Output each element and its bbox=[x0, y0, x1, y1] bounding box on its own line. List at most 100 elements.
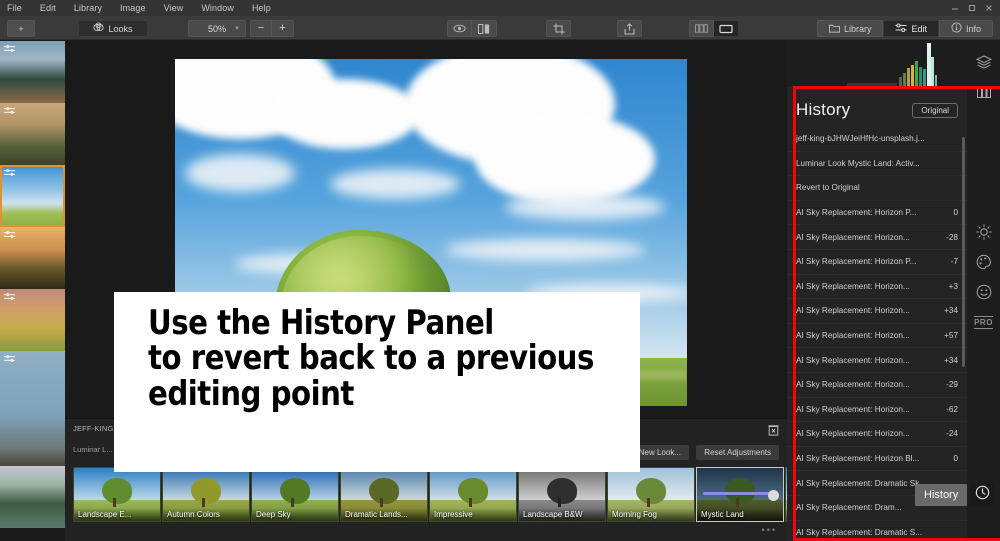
history-entry-label: AI Sky Replacement: Horizon... bbox=[796, 429, 910, 439]
menu-item-image[interactable]: Image bbox=[111, 0, 155, 16]
caption-line-2: to revert back to a previous bbox=[148, 338, 594, 379]
history-entry[interactable]: AI Sky Replacement: Horizon... -28 bbox=[787, 225, 967, 250]
history-entry[interactable]: AI Sky Replacement: Horizon... +34 bbox=[787, 299, 967, 324]
sun-essentials-icon[interactable] bbox=[967, 219, 1000, 245]
preset-label: Mystic Land bbox=[697, 509, 783, 521]
history-entry[interactable]: AI Sky Replacement: Horizon P... -7 bbox=[787, 250, 967, 275]
history-tooltip: History bbox=[915, 484, 968, 506]
history-entry-label: AI Sky Replacement: Dramatic Sk... bbox=[796, 478, 927, 488]
history-entry-label: AI Sky Replacement: Horizon... bbox=[796, 232, 910, 242]
menu-item-help[interactable]: Help bbox=[243, 0, 280, 16]
tab-library[interactable]: Library bbox=[816, 20, 884, 37]
filmstrip-item-3[interactable] bbox=[0, 227, 65, 289]
menu-item-library[interactable]: Library bbox=[65, 0, 111, 16]
layers-icon[interactable] bbox=[967, 49, 1000, 75]
current-look-name: Luminar L... bbox=[73, 445, 113, 454]
preset-thumb-autumn-colors[interactable]: Autumn Colors bbox=[162, 467, 250, 522]
filmstrip-item-6[interactable] bbox=[0, 466, 65, 528]
menu-item-file[interactable]: File bbox=[0, 0, 31, 16]
looks-button[interactable]: Looks bbox=[78, 20, 148, 37]
adjustments-badge-icon bbox=[3, 354, 16, 363]
grid-icon[interactable] bbox=[689, 20, 714, 37]
preset-thumb-dramatic-landscape[interactable]: Dramatic Lands... bbox=[340, 467, 428, 522]
history-entry-value: -29 bbox=[946, 380, 958, 390]
share-icon[interactable] bbox=[617, 20, 642, 37]
preset-thumb-mystic-land[interactable]: Mystic Land bbox=[696, 467, 784, 522]
filmstrip-item-2[interactable] bbox=[0, 165, 65, 227]
history-entry-list[interactable]: jeff-king-bJHWJeiHfHc-unsplash.j... Lumi… bbox=[787, 127, 967, 541]
zoom-level-select[interactable]: 50% ▼ bbox=[188, 20, 246, 37]
history-entry-label: AI Sky Replacement: Horizon... bbox=[796, 355, 910, 365]
history-entry[interactable]: AI Sky Replacement: Horizon Bl... 0 bbox=[787, 447, 967, 472]
preset-label: Landscape B&W bbox=[519, 509, 605, 521]
preset-thumb-morning-fog[interactable]: Morning Fog bbox=[607, 467, 695, 522]
compare-split-icon[interactable] bbox=[472, 20, 497, 37]
history-entry-label: AI Sky Replacement: Dramatic S... bbox=[796, 527, 923, 537]
show-original-button[interactable]: Original bbox=[912, 102, 958, 118]
instructional-caption-overlay: Use the History Panel to revert back to … bbox=[114, 292, 640, 472]
tab-info[interactable]: Info bbox=[938, 20, 993, 37]
history-scrollbar[interactable] bbox=[962, 137, 965, 367]
preset-amount-slider[interactable] bbox=[703, 492, 777, 496]
history-entry[interactable]: AI Sky Replacement: Horizon... -29 bbox=[787, 373, 967, 398]
menu-bar: File Edit Library Image View Window Help bbox=[0, 0, 1000, 16]
history-entry-label: AI Sky Replacement: Horizon P... bbox=[796, 208, 917, 218]
preset-thumb-deep-sky[interactable]: Deep Sky bbox=[251, 467, 339, 522]
history-entry[interactable]: AI Sky Replacement: Horizon... +34 bbox=[787, 348, 967, 373]
filmstrip-item-1[interactable] bbox=[0, 103, 65, 165]
close-icon[interactable] bbox=[980, 1, 997, 15]
history-entry[interactable]: AI Sky Replacement: Horizon... -62 bbox=[787, 398, 967, 423]
looks-more-options[interactable]: ••• bbox=[762, 525, 777, 535]
history-entry[interactable]: AI Sky Replacement: Horizon... +57 bbox=[787, 324, 967, 349]
looks-button-label: Looks bbox=[108, 23, 133, 34]
filmstrip-sidebar[interactable] bbox=[0, 41, 65, 541]
adjustments-badge-icon bbox=[3, 230, 16, 239]
preset-thumb-landscape-bw[interactable]: Landscape B&W bbox=[518, 467, 606, 522]
history-entry[interactable]: jeff-king-bJHWJeiHfHc-unsplash.j... bbox=[787, 127, 967, 152]
history-entry-value: +34 bbox=[944, 306, 958, 316]
history-entry-value: 0 bbox=[953, 208, 958, 218]
pro-icon[interactable]: PRO bbox=[967, 309, 1000, 335]
single-view-icon[interactable] bbox=[714, 20, 739, 37]
mode-tabs: Library Edit Info bbox=[816, 20, 993, 37]
history-entry-value: +34 bbox=[944, 355, 958, 365]
caption-line-3: editing point bbox=[148, 373, 354, 414]
filmstrip-item-0[interactable] bbox=[0, 41, 65, 103]
history-entry-label: Revert to Original bbox=[796, 183, 860, 193]
filmstrip-item-5[interactable] bbox=[0, 351, 65, 466]
history-entry[interactable]: AI Sky Replacement: Dramatic S... bbox=[787, 521, 967, 541]
minimize-icon[interactable] bbox=[946, 1, 963, 15]
adjustments-badge-icon bbox=[3, 106, 16, 115]
history-entry[interactable]: AI Sky Replacement: Horizon P... 0 bbox=[787, 201, 967, 226]
history-entry[interactable]: AI Sky Replacement: Horizon... +3 bbox=[787, 275, 967, 300]
adjustments-badge-icon bbox=[3, 168, 16, 177]
history-entry-value: -7 bbox=[950, 257, 958, 267]
history-toggle-button[interactable] bbox=[970, 484, 994, 506]
filmstrip-item-4[interactable] bbox=[0, 289, 65, 351]
portrait-smiley-icon[interactable] bbox=[967, 279, 1000, 305]
menu-item-view[interactable]: View bbox=[155, 0, 193, 16]
looks-presets-icon[interactable] bbox=[967, 79, 1000, 105]
history-panel-header: History Original bbox=[787, 93, 967, 127]
zoom-out-button[interactable]: − bbox=[250, 20, 272, 37]
history-entry-value: +3 bbox=[948, 281, 958, 291]
tab-edit[interactable]: Edit bbox=[883, 20, 939, 37]
preset-thumb-landscape-essential[interactable]: Landscape E... bbox=[73, 467, 161, 522]
history-entry[interactable]: AI Sky Replacement: Horizon... -24 bbox=[787, 422, 967, 447]
history-entry-label: AI Sky Replacement: Dram... bbox=[796, 503, 902, 513]
tab-edit-label: Edit bbox=[911, 23, 927, 34]
reset-adjustments-button[interactable]: Reset Adjustments bbox=[696, 445, 779, 460]
menu-item-edit[interactable]: Edit bbox=[31, 0, 65, 16]
eye-icon[interactable] bbox=[447, 20, 472, 37]
trash-icon[interactable] bbox=[768, 423, 779, 441]
palette-creative-icon[interactable] bbox=[967, 249, 1000, 275]
menu-item-window[interactable]: Window bbox=[192, 0, 243, 16]
preset-thumb-impressive[interactable]: Impressive bbox=[429, 467, 517, 522]
history-entry[interactable]: Luminar Look Mystic Land: Activ... bbox=[787, 152, 967, 177]
zoom-in-button[interactable]: + bbox=[272, 20, 294, 37]
preset-amount-slider-knob[interactable] bbox=[768, 489, 779, 501]
add-image-button[interactable]: + bbox=[7, 20, 35, 37]
crop-icon[interactable] bbox=[546, 20, 571, 37]
history-entry[interactable]: Revert to Original bbox=[787, 176, 967, 201]
maximize-icon[interactable] bbox=[963, 1, 980, 15]
